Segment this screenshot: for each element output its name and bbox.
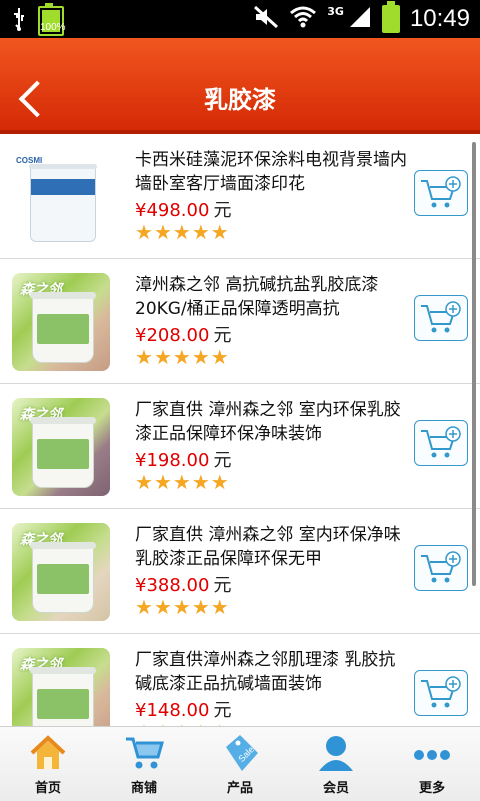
price-unit: 元 bbox=[213, 700, 232, 721]
clock: 10:49 bbox=[409, 5, 470, 32]
star-icon: ★ bbox=[172, 220, 191, 244]
price-unit: 元 bbox=[213, 200, 232, 221]
network-type: 3G bbox=[327, 4, 344, 18]
rating-stars: ★★★★★ bbox=[135, 222, 229, 242]
nav-member[interactable]: 会员 bbox=[288, 727, 384, 801]
nav-shop[interactable]: 商铺 bbox=[96, 727, 192, 801]
home-icon bbox=[28, 733, 68, 777]
price-unit: 元 bbox=[213, 575, 232, 596]
product-item[interactable]: COSMI 卡西米硅藻泥环保涂料电视背景墙内墙卧室客厅墙面漆印花 ¥498.00… bbox=[0, 134, 480, 259]
star-icon: ★ bbox=[135, 470, 153, 494]
nav-products-label: 产品 bbox=[226, 781, 253, 796]
sale-tag-icon: Sale bbox=[220, 733, 260, 777]
product-item[interactable]: 森之邻 厂家直供 漳州森之邻 室内环保净味乳胶漆正品保障环保无甲 ¥388.00… bbox=[0, 509, 480, 634]
add-to-cart-button[interactable] bbox=[414, 170, 468, 216]
nav-home-label: 首页 bbox=[34, 781, 61, 796]
product-price: ¥498.00 bbox=[135, 200, 210, 221]
page-title: 乳胶漆 bbox=[204, 86, 276, 114]
paint-bucket-image bbox=[30, 667, 96, 726]
star-icon: ★ bbox=[210, 345, 229, 369]
add-to-cart-icon bbox=[421, 551, 461, 583]
product-item[interactable]: 森之邻 漳州森之邻 高抗碱抗盐乳胶底漆20KG/桶正品保障透明高抗 ¥208.0… bbox=[0, 259, 480, 384]
paint-bucket-image bbox=[30, 542, 96, 613]
usb-icon bbox=[12, 6, 26, 36]
rating-stars: ★★★★★ bbox=[135, 347, 229, 367]
price-row: ¥388.00 元 bbox=[135, 571, 231, 597]
add-to-cart-icon bbox=[421, 301, 461, 333]
nav-more-label: 更多 bbox=[418, 781, 445, 796]
bottom-nav: 首页 商铺 Sale 产品 会员 更多 bbox=[0, 726, 480, 801]
paint-bucket-image bbox=[29, 164, 97, 242]
star-icon: ★ bbox=[153, 220, 172, 244]
star-icon: ★ bbox=[153, 470, 172, 494]
nav-home[interactable]: 首页 bbox=[0, 727, 96, 801]
signal-icon bbox=[348, 5, 372, 33]
star-icon: ★ bbox=[172, 595, 191, 619]
product-list[interactable]: COSMI 卡西米硅藻泥环保涂料电视背景墙内墙卧室客厅墙面漆印花 ¥498.00… bbox=[0, 134, 480, 726]
battery-icon bbox=[381, 1, 400, 33]
paint-bucket-image bbox=[30, 292, 96, 363]
more-dots-icon bbox=[412, 733, 452, 777]
price-row: ¥148.00 元 bbox=[135, 696, 231, 722]
add-to-cart-icon bbox=[421, 176, 461, 208]
user-icon bbox=[316, 733, 356, 777]
star-icon: ★ bbox=[210, 595, 229, 619]
star-icon: ★ bbox=[135, 595, 153, 619]
star-icon: ★ bbox=[153, 595, 172, 619]
add-to-cart-button[interactable] bbox=[414, 670, 468, 716]
rating-stars: ★★★★★ bbox=[135, 472, 229, 492]
price-row: ¥198.00 元 bbox=[135, 446, 231, 472]
star-icon: ★ bbox=[191, 345, 210, 369]
shopping-cart-icon bbox=[124, 733, 164, 777]
star-icon: ★ bbox=[210, 470, 229, 494]
product-item[interactable]: 森之邻 厂家直供 漳州森之邻 室内环保乳胶漆正品保障环保净味装饰 ¥198.00… bbox=[0, 384, 480, 509]
wifi-icon bbox=[289, 5, 317, 33]
product-name[interactable]: 漳州森之邻 高抗碱抗盐乳胶底漆20KG/桶正品保障透明高抗 bbox=[135, 273, 407, 321]
product-price: ¥208.00 bbox=[135, 325, 210, 346]
rating-stars: ★★★★★ bbox=[135, 597, 229, 617]
product-image[interactable]: 森之邻 bbox=[12, 523, 110, 621]
add-to-cart-icon bbox=[421, 676, 461, 708]
product-name[interactable]: 厂家直供 漳州森之邻 室内环保乳胶漆正品保障环保净味装饰 bbox=[135, 398, 407, 446]
product-image[interactable]: 森之邻 bbox=[12, 273, 110, 371]
star-icon: ★ bbox=[172, 470, 191, 494]
product-name[interactable]: 厂家直供 漳州森之邻 室内环保净味乳胶漆正品保障环保无甲 bbox=[135, 523, 407, 571]
status-bar: 100% 3G 10:49 bbox=[0, 0, 480, 38]
add-to-cart-icon bbox=[421, 426, 461, 458]
star-icon: ★ bbox=[153, 345, 172, 369]
mute-icon bbox=[253, 5, 279, 33]
price-row: ¥498.00 元 bbox=[135, 196, 231, 222]
add-to-cart-button[interactable] bbox=[414, 295, 468, 341]
product-name[interactable]: 卡西米硅藻泥环保涂料电视背景墙内墙卧室客厅墙面漆印花 bbox=[135, 148, 407, 196]
star-icon: ★ bbox=[191, 595, 210, 619]
battery-percent: 100% bbox=[40, 22, 66, 33]
add-to-cart-button[interactable] bbox=[414, 545, 468, 591]
star-icon: ★ bbox=[135, 220, 153, 244]
price-row: ¥208.00 元 bbox=[135, 321, 231, 347]
product-price: ¥388.00 bbox=[135, 575, 210, 596]
product-image[interactable]: COSMI bbox=[12, 148, 110, 246]
add-to-cart-button[interactable] bbox=[414, 420, 468, 466]
product-name[interactable]: 厂家直供漳州森之邻肌理漆 乳胶抗碱底漆正品抗碱墙面装饰 bbox=[135, 648, 407, 696]
star-icon: ★ bbox=[210, 220, 229, 244]
nav-shop-label: 商铺 bbox=[130, 781, 157, 796]
star-icon: ★ bbox=[191, 470, 210, 494]
star-icon: ★ bbox=[172, 345, 191, 369]
price-unit: 元 bbox=[213, 325, 232, 346]
product-image[interactable]: 森之邻 bbox=[12, 398, 110, 496]
product-price: ¥198.00 bbox=[135, 450, 210, 471]
paint-bucket-image bbox=[30, 417, 96, 488]
nav-products[interactable]: Sale 产品 bbox=[192, 727, 288, 801]
scrollbar[interactable] bbox=[472, 142, 476, 586]
price-unit: 元 bbox=[213, 450, 232, 471]
star-icon: ★ bbox=[135, 345, 153, 369]
star-icon: ★ bbox=[191, 220, 210, 244]
product-image[interactable]: 森之邻 bbox=[12, 648, 110, 726]
product-item[interactable]: 森之邻 厂家直供漳州森之邻肌理漆 乳胶抗碱底漆正品抗碱墙面装饰 ¥148.00 元… bbox=[0, 634, 480, 726]
nav-member-label: 会员 bbox=[322, 781, 349, 796]
header-bar: 乳胶漆 bbox=[0, 38, 480, 134]
nav-more[interactable]: 更多 bbox=[384, 727, 480, 801]
product-price: ¥148.00 bbox=[135, 700, 210, 721]
